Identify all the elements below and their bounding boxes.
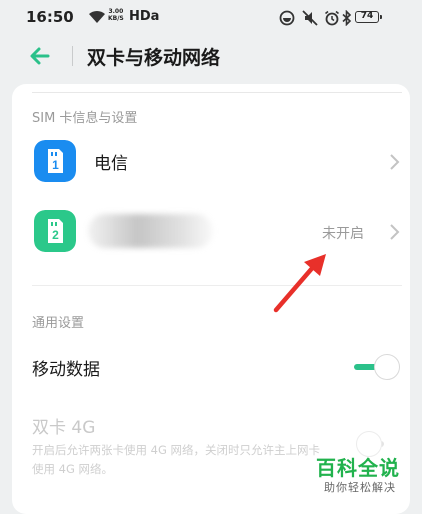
back-arrow-icon[interactable] (28, 44, 52, 68)
watermark-logo: 百科全说 助你轻松解决 (316, 452, 416, 498)
network-speed-unit: KB/S (108, 15, 124, 22)
mute-icon (302, 10, 318, 26)
sim-card-1-icon: 1 (34, 140, 76, 182)
watermark-title: 百科全说 (316, 456, 400, 480)
mobile-data-row[interactable]: 移动数据 (12, 343, 410, 391)
bluetooth-icon (342, 10, 352, 26)
chevron-right-icon (390, 224, 400, 240)
section-divider (32, 285, 402, 286)
dual-4g-description: 开启后允许两张卡使用 4G 网络，关闭时只允许主上网卡使用 4G 网络。 (32, 443, 321, 476)
mobile-data-toggle[interactable] (354, 353, 400, 381)
app-header: 双卡与移动网络 (0, 34, 422, 78)
sim-2-name-redacted (88, 214, 213, 248)
page-title: 双卡与移动网络 (87, 47, 221, 69)
chevron-right-icon (390, 154, 400, 170)
network-speed: 3.00 KB/S (108, 8, 124, 22)
dual-4g-label: 双卡 4G (32, 418, 96, 438)
eye-comfort-icon (279, 10, 295, 26)
general-section-label: 通用设置 (32, 316, 85, 331)
watermark-subtitle: 助你轻松解决 (324, 481, 396, 494)
sim-section-label: SIM 卡信息与设置 (32, 111, 138, 126)
sim-card-2-icon: 2 (34, 210, 76, 252)
toggle-knob (374, 354, 400, 380)
alarm-icon (325, 10, 339, 26)
status-time: 16:50 (26, 8, 74, 26)
wifi-icon (89, 10, 105, 23)
status-bar: 16:50 3.00 KB/S HDa 74 (0, 0, 422, 34)
sim-row-1[interactable]: 1 电信 (12, 134, 410, 190)
sim-2-status: 未开启 (322, 226, 364, 242)
annotation-arrow-icon (273, 254, 326, 313)
sim-1-name: 电信 (94, 154, 128, 174)
header-divider (72, 46, 73, 66)
battery-indicator: 74 (355, 11, 382, 23)
card-top-divider (32, 92, 402, 93)
hd-indicator: HDa (129, 9, 160, 24)
sim-card-2-slot: 2 (52, 228, 59, 242)
sim-card-1-slot: 1 (52, 158, 59, 172)
mobile-data-label: 移动数据 (32, 360, 100, 380)
network-speed-value: 3.00 (108, 8, 124, 15)
